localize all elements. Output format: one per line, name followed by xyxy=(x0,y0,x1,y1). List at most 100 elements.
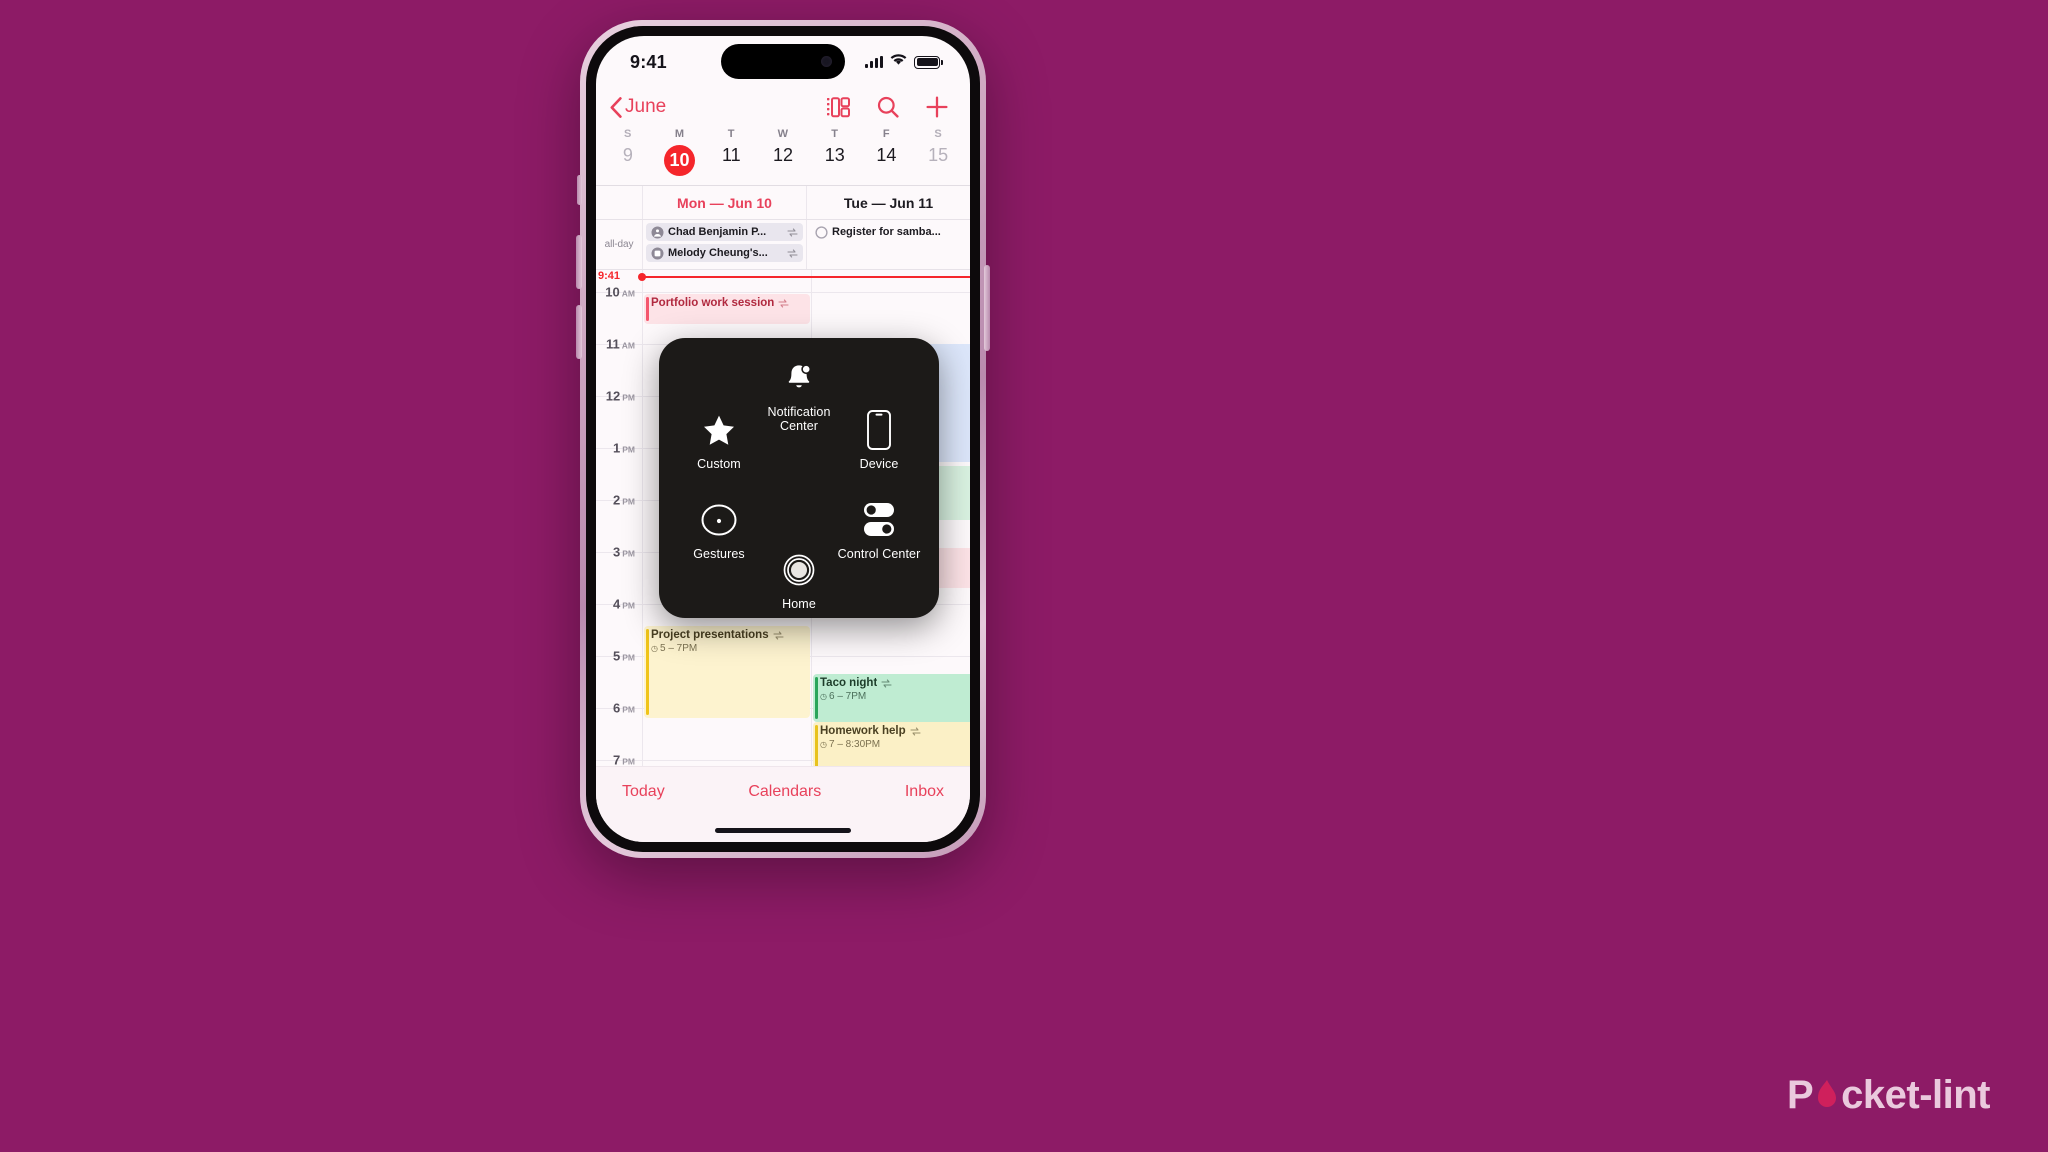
current-time-line xyxy=(638,273,970,280)
tab-inbox[interactable]: Inbox xyxy=(905,783,944,801)
day-header-tuesday[interactable]: Tue — Jun 11 xyxy=(806,186,970,219)
device-phone-icon xyxy=(866,408,892,452)
birthday-contact-icon xyxy=(651,226,664,239)
cellular-bars-icon xyxy=(865,56,883,68)
day-cell-11[interactable]: 11 xyxy=(705,143,757,181)
day-cell-14[interactable]: 14 xyxy=(861,143,913,181)
volume-down-button[interactable] xyxy=(576,305,582,359)
status-time: 9:41 xyxy=(630,51,667,72)
day-cell-10[interactable]: 10 xyxy=(654,143,706,181)
tab-calendars[interactable]: Calendars xyxy=(748,783,821,801)
bottom-tab-bar: Today Calendars Inbox xyxy=(596,766,970,842)
all-day-event-title: Chad Benjamin P... xyxy=(668,226,767,238)
repeat-icon xyxy=(881,679,892,688)
assistive-touch-menu[interactable]: Notification Center Custom Device Gestur… xyxy=(659,338,939,618)
assistive-item-home[interactable]: Home xyxy=(751,548,847,611)
all-day-row: all-day Chad Benjamin P... Melody Cheung… xyxy=(596,220,970,270)
repeat-icon xyxy=(787,227,798,237)
event-block[interactable]: Homework help ◷ 7 – 8:30PM xyxy=(813,722,970,772)
all-day-event[interactable]: Register for samba... xyxy=(810,223,967,241)
star-icon xyxy=(701,408,737,452)
hour-label: 2 PM xyxy=(613,492,635,508)
assistive-item-label: Gestures xyxy=(693,547,745,561)
dow-2: T xyxy=(727,128,735,140)
event-time: ◷ 6 – 7PM xyxy=(820,691,867,703)
status-bar: 9:41 xyxy=(596,36,970,88)
birthday-contact-icon xyxy=(651,247,664,260)
home-ring-icon xyxy=(782,548,816,592)
watermark-text-a: P xyxy=(1786,1073,1814,1117)
assistive-item-label: Home xyxy=(782,597,816,611)
assistive-item-custom[interactable]: Custom xyxy=(671,408,767,471)
back-to-month-button[interactable]: June xyxy=(610,96,666,118)
event-title-row: Portfolio work session xyxy=(651,297,805,310)
event-block[interactable]: Taco night ◷ 6 – 7PM xyxy=(813,674,970,722)
assistive-item-device[interactable]: Device xyxy=(831,408,927,471)
watermark-text-b: cket-lint xyxy=(1841,1073,1990,1117)
all-day-monday: Chad Benjamin P... Melody Cheung's... xyxy=(642,220,806,269)
day-cell-12[interactable]: 12 xyxy=(757,143,809,181)
day-cell-13[interactable]: 13 xyxy=(809,143,861,181)
event-title-row: Taco night xyxy=(820,677,970,690)
gutter-spacer xyxy=(596,186,642,219)
all-day-event[interactable]: Melody Cheung's... xyxy=(646,244,803,262)
clock-icon: ◷ xyxy=(820,740,827,750)
repeat-icon xyxy=(787,248,798,258)
home-indicator[interactable] xyxy=(715,828,851,833)
hour-label: 10 AM xyxy=(605,284,635,300)
repeat-icon xyxy=(910,727,921,736)
day-column-headers: Mon — Jun 10 Tue — Jun 11 xyxy=(596,186,970,220)
day-cell-15[interactable]: 15 xyxy=(912,143,964,181)
search-icon[interactable] xyxy=(877,96,899,118)
event-block[interactable]: Portfolio work session xyxy=(644,294,810,324)
event-title: Homework help xyxy=(820,725,906,737)
volume-up-button[interactable] xyxy=(576,235,582,289)
event-title: Portfolio work session xyxy=(651,297,775,309)
dow-0: S xyxy=(624,128,632,140)
dow-5: F xyxy=(882,128,890,140)
power-button[interactable] xyxy=(984,265,990,351)
hour-label: 5 PM xyxy=(613,648,635,664)
bell-notification-icon xyxy=(782,356,816,400)
tab-today[interactable]: Today xyxy=(622,783,665,801)
all-day-label: all-day xyxy=(604,239,634,250)
dow-1: M xyxy=(674,128,685,140)
dow-3: W xyxy=(777,128,789,140)
front-camera-icon xyxy=(821,56,832,67)
navbar-actions xyxy=(827,96,948,118)
status-indicators xyxy=(865,53,943,71)
hour-label: 11 AM xyxy=(606,336,635,352)
phone-bezel: 9:41 June S M T W T F S 9 10 11 12 13 14… xyxy=(586,26,980,852)
dow-4: T xyxy=(831,128,839,140)
hour-label: 12 PM xyxy=(605,388,635,404)
clock-icon: ◷ xyxy=(651,644,658,654)
back-label: June xyxy=(625,96,667,117)
flame-icon xyxy=(1814,1079,1840,1113)
all-day-event[interactable]: Chad Benjamin P... xyxy=(646,223,803,241)
day-header-monday[interactable]: Mon — Jun 10 xyxy=(642,186,806,219)
dow-6: S xyxy=(934,128,942,140)
all-day-event-title: Melody Cheung's... xyxy=(668,247,768,259)
event-block[interactable]: Project presentations ◷ 5 – 7PM xyxy=(644,626,810,718)
hour-label: 1 PM xyxy=(613,440,635,456)
battery-icon xyxy=(914,55,943,69)
multi-day-view-icon[interactable] xyxy=(827,96,850,118)
mute-switch-button[interactable] xyxy=(577,175,582,205)
repeat-icon xyxy=(778,299,789,308)
assistive-item-label: Custom xyxy=(697,457,741,471)
gesture-dot-icon xyxy=(700,498,738,542)
current-time-label: 9:41 xyxy=(598,270,621,282)
wifi-icon xyxy=(890,53,907,71)
weekday-numbers: 9 10 11 12 13 14 15 xyxy=(602,143,964,181)
event-time: ◷ 7 – 8:30PM xyxy=(820,739,881,751)
all-day-event-title: Register for samba... xyxy=(832,226,941,238)
hour-label: 3 PM xyxy=(613,544,635,560)
plus-icon[interactable] xyxy=(926,96,948,118)
event-time: ◷ 5 – 7PM xyxy=(651,643,698,655)
hour-label: 4 PM xyxy=(613,596,635,612)
toggles-icon xyxy=(861,498,897,542)
day-cell-9[interactable]: 9 xyxy=(602,143,654,181)
repeat-icon xyxy=(773,631,784,640)
phone-screen: 9:41 June S M T W T F S 9 10 11 12 13 14… xyxy=(596,36,970,842)
weekday-labels: S M T W T F S xyxy=(602,128,964,143)
